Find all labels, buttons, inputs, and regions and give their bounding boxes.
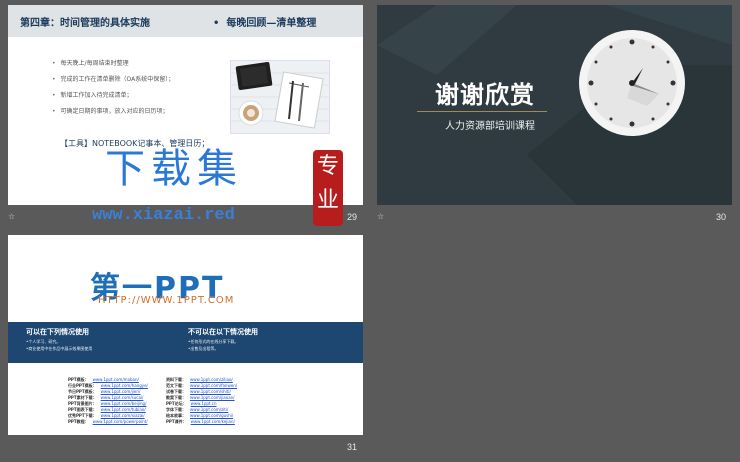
link-label: 优秀PPT下载： xyxy=(68,413,97,418)
bullet-list: 每天晚上/每周结束时整理 完成的工作在清单删除（OA系统中保留）； 新增工作加入… xyxy=(52,58,175,122)
link-url[interactable]: www.1ppt.com/powerpoint/ xyxy=(93,419,148,424)
can-use-item: •个人学习、研究。 xyxy=(26,339,61,344)
cannot-use-item: •出售及出租等。 xyxy=(188,346,219,351)
link-label: PPT论坛： xyxy=(166,401,187,406)
link-url[interactable]: www.1ppt.com/jieri/ xyxy=(101,389,141,394)
watermark-seal: 专业 xyxy=(313,150,343,226)
link-label: PPT素材下载： xyxy=(68,395,97,400)
link-url[interactable]: www.1ppt.com/sucai/ xyxy=(101,395,144,400)
slide-number: 31 xyxy=(347,442,358,452)
link-url[interactable]: www.1ppt.com/shiti/ xyxy=(190,389,231,394)
review-title: • 每晚回顾—清单整理 xyxy=(213,18,317,29)
training-subtitle: 人力资源部培训课程 xyxy=(445,121,535,132)
chapter-title: 第四章：时间管理的具体实施 xyxy=(20,18,150,29)
link-label: 资料下载： xyxy=(166,377,186,382)
cannot-use-heading: 不可以在以下情况使用 xyxy=(188,328,258,336)
link-label: 教案下载： xyxy=(166,395,186,400)
link-label: 行业PPT模板： xyxy=(68,383,97,388)
link-url[interactable]: www.1ppt.com/ziti/ xyxy=(190,407,228,412)
link-url[interactable]: www.1ppt.com/ziliao/ xyxy=(190,377,233,382)
slide-number: 30 xyxy=(716,212,727,222)
link-row: PPT课件： www.1ppt.com/kejian/ xyxy=(166,419,235,425)
slide-30-thumbnail[interactable]: 谢谢欣赏 人力资源部培训课程 xyxy=(377,5,732,205)
slide-marker-icon: ☆ xyxy=(8,212,16,221)
slide-marker-icon: ☆ xyxy=(377,212,385,221)
link-label: PPT模板： xyxy=(68,377,89,382)
clock-icon xyxy=(579,30,685,136)
link-label: 试卷下载： xyxy=(166,389,186,394)
link-label: 范文下载： xyxy=(166,383,186,388)
link-url[interactable]: www.1ppt.com/jiaoan/ xyxy=(190,395,235,400)
bullet-item: 可确定日期的事项，放入对应的日历项； xyxy=(52,106,174,122)
site-url: HTTP://WWW.1PPT.COM xyxy=(98,295,235,306)
bullet-item: 完成的工作在清单删除（OA系统中保留）； xyxy=(52,74,175,90)
desk-photo-art xyxy=(231,61,329,133)
link-label: PPT图表下载： xyxy=(68,407,97,412)
link-url[interactable]: www.1ppt.com/moban/ xyxy=(93,377,139,382)
title-divider xyxy=(417,111,547,112)
link-label: 字体下载： xyxy=(166,407,186,412)
bullet-item: 每天晚上/每周结束时整理 xyxy=(52,58,174,74)
link-label: PPT教程： xyxy=(68,419,89,424)
link-url[interactable]: www.1ppt.com/gushi/ xyxy=(190,413,233,418)
review-title-text: 每晚回顾—清单整理 xyxy=(226,18,317,29)
link-label: 绘本故事： xyxy=(166,413,186,418)
slide-31-thumbnail[interactable]: 第一PPT HTTP://WWW.1PPT.COM 可以在下列情况使用 不可以在… xyxy=(8,235,363,435)
link-url[interactable]: www.1ppt.com/hangye/ xyxy=(101,383,148,388)
can-use-item: •商业使用中在作品中展示效果图使用 xyxy=(26,346,93,351)
link-url[interactable]: www.1ppt.com/kejian/ xyxy=(191,419,235,424)
link-row: PPT教程： www.1ppt.com/powerpoint/ xyxy=(68,419,148,425)
link-url[interactable]: www.1ppt.cn xyxy=(191,401,217,406)
slide-number: 29 xyxy=(347,212,358,222)
cannot-use-item: •任何形式的在线分享下载。 xyxy=(188,339,239,344)
link-label: 节日PPT模板： xyxy=(68,389,97,394)
link-url[interactable]: www.1ppt.com/xiazai/ xyxy=(101,413,145,418)
watermark-brand: 下载集 xyxy=(105,146,243,192)
desk-photo xyxy=(230,60,330,134)
bullet-item: 新增工作加入待完成清单； xyxy=(52,90,174,106)
link-label: PPT背景图片： xyxy=(68,401,97,406)
thanks-title: 谢谢欣赏 xyxy=(435,81,535,109)
watermark-domain: www.xiazai.red xyxy=(92,206,235,225)
link-url[interactable]: www.1ppt.com/beijing/ xyxy=(101,401,147,406)
link-label: PPT课件： xyxy=(166,419,187,424)
can-use-heading: 可以在下列情况使用 xyxy=(26,328,89,336)
link-url[interactable]: www.1ppt.com/tubiao/ xyxy=(101,407,146,412)
link-url[interactable]: www.1ppt.com/fanwen/ xyxy=(190,383,237,388)
